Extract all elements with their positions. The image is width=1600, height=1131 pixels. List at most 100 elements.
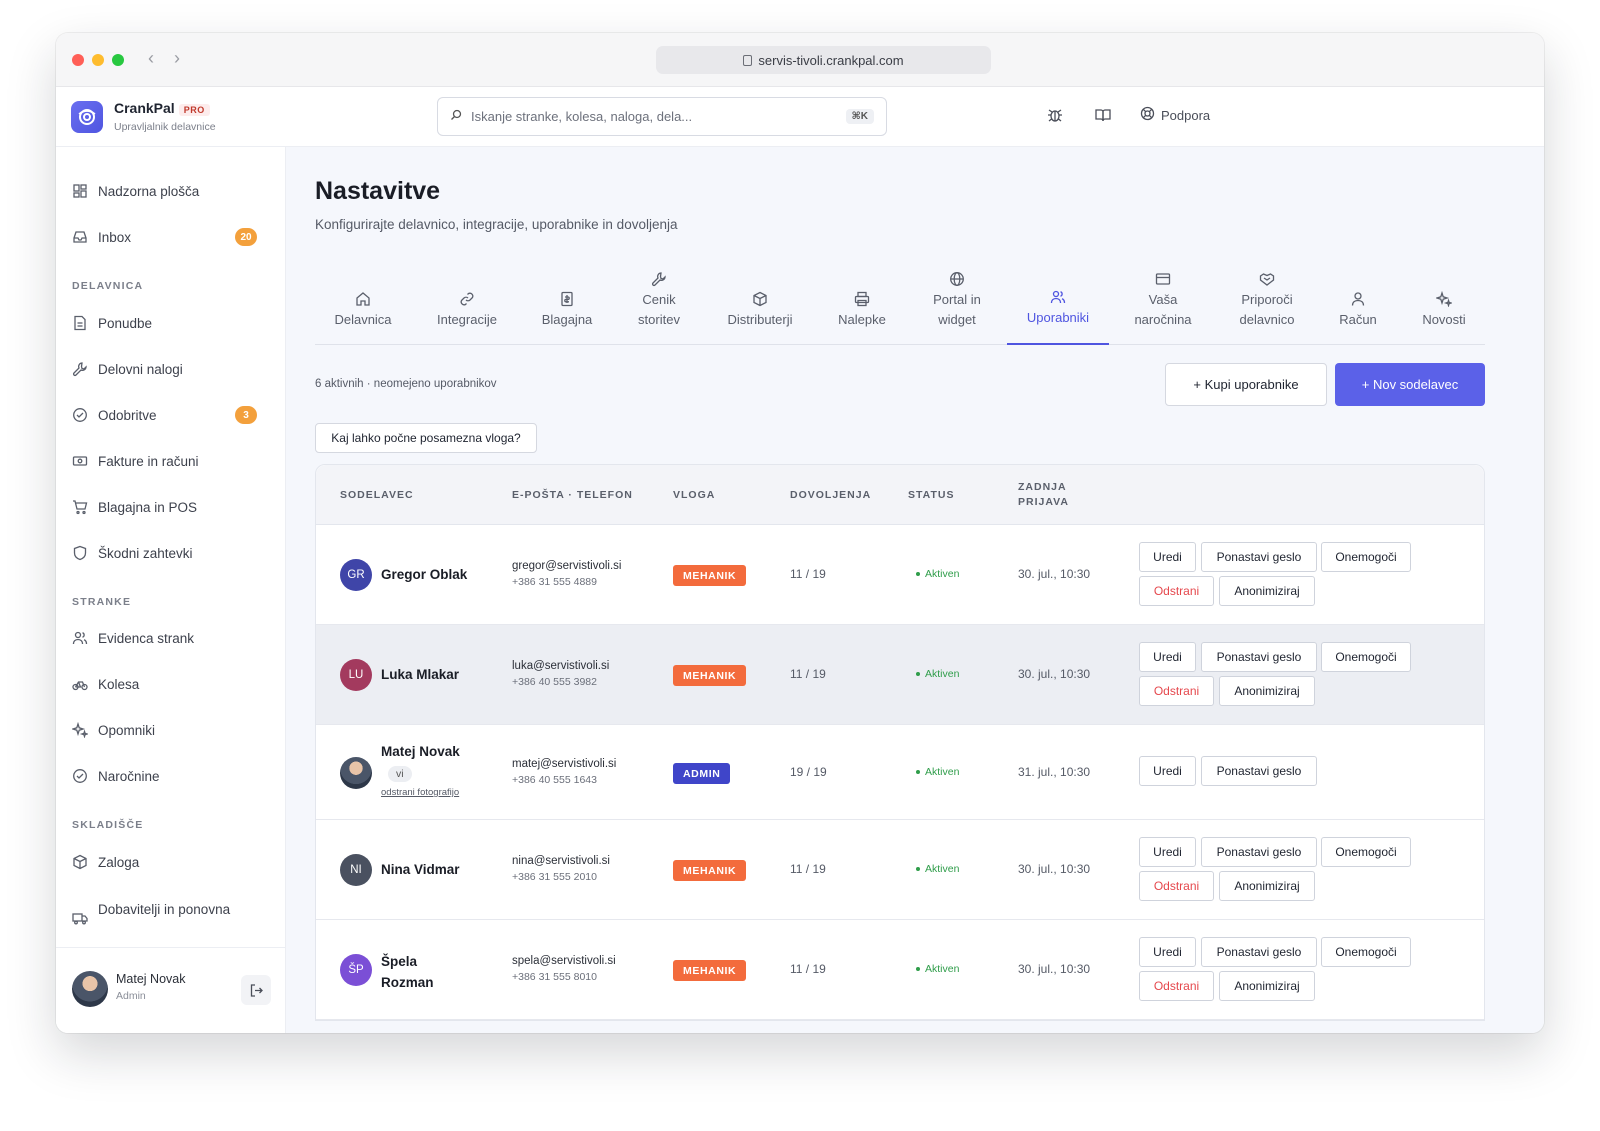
tab-labels[interactable]: Nalepke <box>821 265 903 345</box>
you-chip: vi <box>388 766 412 782</box>
disable-button[interactable]: Onemogoči <box>1321 937 1411 967</box>
sidebar-item-label: Ponudbe <box>98 315 153 331</box>
user-icon <box>1351 292 1365 306</box>
permissions-count: 11 / 19 <box>790 667 826 681</box>
edit-button[interactable]: Uredi <box>1139 642 1196 672</box>
remove-button[interactable]: Odstrani <box>1139 971 1214 1001</box>
reset-password-button[interactable]: Ponastavi geslo <box>1201 937 1317 967</box>
tab-your-subscription[interactable]: Vaša naročnina <box>1115 265 1211 345</box>
tab-label: Distributerji <box>727 312 793 327</box>
disable-button[interactable]: Onemogoči <box>1321 542 1411 572</box>
bug-icon[interactable] <box>1046 106 1064 129</box>
anonymize-button[interactable]: Anonimiziraj <box>1219 971 1315 1001</box>
tab-users[interactable]: Uporabniki <box>1007 265 1109 345</box>
reset-password-button[interactable]: Ponastavi geslo <box>1201 837 1317 867</box>
anonymize-button[interactable]: Anonimiziraj <box>1219 676 1315 706</box>
sidebar-section-workshop: DELAVNICA <box>72 280 144 292</box>
sidebar-item-invoices[interactable]: Fakture in računi <box>72 451 257 471</box>
sidebar-item-customer-records[interactable]: Evidenca strank <box>72 628 257 648</box>
column-header-status: STATUS <box>908 488 955 501</box>
sidebar-item-work-orders[interactable]: Delovni nalogi <box>72 359 257 379</box>
remove-button[interactable]: Odstrani <box>1139 871 1214 901</box>
close-window-button[interactable] <box>72 54 84 66</box>
sidebar-item-reminders[interactable]: Opomniki <box>72 720 257 740</box>
sidebar-item-subscriptions[interactable]: Naročnine <box>72 766 257 786</box>
crankpal-logo-icon[interactable] <box>71 101 103 133</box>
tab-cash-register[interactable]: Blagajna <box>523 265 611 345</box>
dashboard-icon <box>73 184 87 198</box>
url-bar[interactable]: servis-tivoli.crankpal.com <box>656 46 991 74</box>
search-input[interactable]: Iskanje stranke, kolesa, naloga, dela...… <box>437 97 887 136</box>
sidebar: Nadzorna plošča Inbox 20 DELAVNICA Ponud… <box>56 147 286 1033</box>
tab-label: Vaša <box>1148 292 1178 307</box>
reset-password-button[interactable]: Ponastavi geslo <box>1201 542 1317 572</box>
remove-button[interactable]: Odstrani <box>1139 576 1214 606</box>
lifebuoy-icon <box>1140 106 1155 124</box>
buy-users-button[interactable]: + Kupi uporabnike <box>1165 363 1327 406</box>
column-header-last-login: ZADNJA PRIJAVA <box>1018 465 1069 525</box>
users-table: SODELAVEC E-POŠTA · TELEFON VLOGA DOVOLJ… <box>315 464 1485 1021</box>
user-avatar[interactable] <box>72 971 108 1007</box>
role-badge: MEHANIK <box>673 860 747 881</box>
edit-button[interactable]: Uredi <box>1139 837 1196 867</box>
edit-button[interactable]: Uredi <box>1139 937 1196 967</box>
table-row: Matej Novak vi odstrani fotografijo mate… <box>316 725 1484 820</box>
tab-label: Priporoči <box>1241 292 1293 307</box>
status-label: Aktiven <box>925 863 960 875</box>
sidebar-item-stock[interactable]: Zaloga <box>72 852 257 872</box>
member-name: Nina Vidmar <box>381 862 460 877</box>
minimize-window-button[interactable] <box>92 54 104 66</box>
anonymize-button[interactable]: Anonimiziraj <box>1219 871 1315 901</box>
wrench-icon <box>72 362 87 377</box>
maximize-window-button[interactable] <box>112 54 124 66</box>
sidebar-item-approvals[interactable]: Odobritve 3 <box>72 405 257 425</box>
member-email: spela@servistivoli.si <box>512 955 616 967</box>
brand: CrankPal PRO Upravljalnik delavnice <box>114 100 216 133</box>
reset-password-button[interactable]: Ponastavi geslo <box>1201 642 1317 672</box>
sidebar-item-offers[interactable]: Ponudbe <box>72 313 257 333</box>
tab-portal-widget[interactable]: Portal in widget <box>911 265 1003 345</box>
tab-integrations[interactable]: Integracije <box>419 265 515 345</box>
support-button[interactable]: Podpora <box>1140 106 1210 124</box>
sidebar-item-suppliers[interactable]: Dobavitelji in ponovna <box>72 899 257 925</box>
member-phone: +386 40 555 3982 <box>512 676 597 688</box>
member-name: Luka Mlakar <box>381 667 460 682</box>
new-member-button[interactable]: + Nov sodelavec <box>1335 363 1485 406</box>
remove-photo-link[interactable]: odstrani fotografijo <box>381 787 459 798</box>
book-icon[interactable] <box>1094 106 1112 129</box>
sidebar-item-inbox[interactable]: Inbox 20 <box>72 227 257 247</box>
status-label: Aktiven <box>925 668 960 680</box>
tab-price-list[interactable]: Cenik storitev <box>619 265 699 345</box>
column-header-member: SODELAVEC <box>340 488 414 501</box>
tab-recommend[interactable]: Priporoči delavnico <box>1219 265 1315 345</box>
sidebar-item-label: Odobritve <box>98 407 157 423</box>
last-login: 31. jul., 10:30 <box>1018 765 1091 779</box>
sidebar-item-claims[interactable]: Škodni zahtevki <box>72 543 257 563</box>
disable-button[interactable]: Onemogoči <box>1321 837 1411 867</box>
truck-icon <box>72 913 88 925</box>
sidebar-item-pos[interactable]: Blagajna in POS <box>72 497 257 517</box>
tab-account[interactable]: Račun <box>1321 265 1395 345</box>
roles-help-button[interactable]: Kaj lahko počne posamezna vloga? <box>315 423 537 453</box>
anonymize-button[interactable]: Anonimiziraj <box>1219 576 1315 606</box>
member-email: nina@servistivoli.si <box>512 855 610 867</box>
edit-button[interactable]: Uredi <box>1139 756 1196 786</box>
receipt-icon <box>561 291 573 307</box>
status-badge: Aktiven <box>916 568 959 580</box>
member-name-line1: Špela <box>381 954 418 969</box>
reset-password-button[interactable]: Ponastavi geslo <box>1201 756 1317 786</box>
remove-button[interactable]: Odstrani <box>1139 676 1214 706</box>
tab-distributors[interactable]: Distributerji <box>707 265 813 345</box>
bike-icon <box>72 681 88 691</box>
logout-button[interactable] <box>241 975 271 1005</box>
last-login: 30. jul., 10:30 <box>1018 667 1091 681</box>
edit-button[interactable]: Uredi <box>1139 542 1196 572</box>
sidebar-item-bikes[interactable]: Kolesa <box>72 674 257 694</box>
disable-button[interactable]: Onemogoči <box>1321 642 1411 672</box>
column-header-permissions: DOVOLJENJA <box>790 488 872 501</box>
tab-workshop[interactable]: Delavnica <box>315 265 411 345</box>
sidebar-item-dashboard[interactable]: Nadzorna plošča <box>72 181 257 201</box>
tab-news[interactable]: Novosti <box>1403 265 1485 345</box>
forward-arrow-icon[interactable]: › <box>174 48 180 69</box>
back-arrow-icon[interactable]: ‹ <box>148 48 154 69</box>
